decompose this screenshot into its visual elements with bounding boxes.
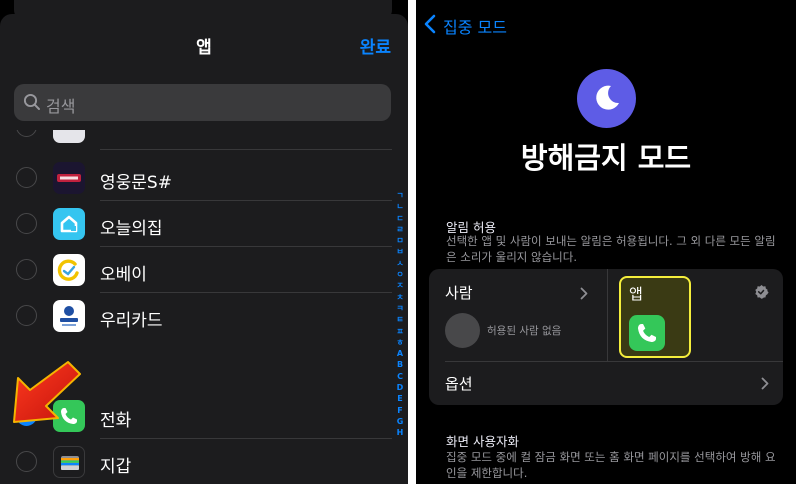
section-index-bar[interactable]: ㄱㄴㄷㄹㅁㅂㅅㅇㅈㅊㅋㅌㅍㅎABCDEFGH	[394, 190, 406, 439]
list-item[interactable]: 우리카드	[0, 293, 392, 339]
focus-moon-icon	[577, 69, 636, 128]
ohouse-app-icon	[53, 208, 85, 240]
app-name: 전화	[100, 411, 132, 431]
focus-title: 방해금지 모드	[520, 141, 692, 175]
app-picker-screen: 앱 완료 검색 영웅문S# 오늘의집 오베이 우리카드 전화 지갑 ㄱ ㄴ ㄷ …	[0, 0, 408, 484]
index-letter[interactable]: ㅁ	[394, 235, 406, 246]
index-letter[interactable]: ㅅ	[394, 258, 406, 269]
index-letter[interactable]: ㅋ	[394, 303, 406, 314]
index-letter[interactable]: ㅈ	[394, 280, 406, 291]
list-item[interactable]: 영웅문S#	[0, 155, 392, 201]
allowed-apps-cell[interactable]: 앱	[619, 276, 691, 358]
search-icon	[23, 93, 40, 110]
list-item[interactable]: 오늘의집	[0, 201, 392, 247]
back-label: 집중 모드	[443, 18, 507, 37]
app-name: 우리카드	[100, 311, 163, 331]
allowed-people-cell[interactable]: 사람 허용된 사람 없음	[429, 269, 607, 361]
app-icon	[53, 130, 85, 143]
customize-screens-description: 집중 모드 중에 컬 잠금 화면 또는 홈 화면 페이지를 선택하여 방해 요인…	[446, 450, 776, 480]
selection-radio[interactable]	[16, 259, 37, 280]
index-letter[interactable]: H	[394, 427, 406, 438]
divider	[445, 361, 783, 362]
row-separator	[100, 149, 392, 150]
app-name: 지갑	[100, 457, 132, 477]
selection-radio[interactable]	[16, 451, 37, 472]
list-item[interactable]	[0, 130, 392, 150]
selection-radio[interactable]	[16, 305, 37, 326]
search-placeholder: 검색	[46, 97, 76, 116]
app-name: 영웅문S#	[100, 173, 172, 193]
woori-card-app-icon	[53, 300, 85, 332]
index-letter[interactable]: ㄴ	[394, 201, 406, 212]
index-letter[interactable]: A	[394, 348, 406, 359]
index-letter[interactable]: ㅊ	[394, 292, 406, 303]
index-letter[interactable]: ㅎ	[394, 337, 406, 348]
list-item[interactable]: 지갑	[0, 439, 392, 484]
index-letter[interactable]: G	[394, 416, 406, 427]
people-label: 사람	[445, 284, 473, 302]
sheet-title: 앱	[196, 38, 212, 58]
allowed-notifications-card: 사람 허용된 사람 없음 앱 옵션	[429, 269, 783, 405]
index-letter[interactable]: D	[394, 382, 406, 393]
search-field[interactable]: 검색	[14, 84, 391, 121]
index-letter[interactable]: ㄹ	[394, 224, 406, 235]
chevron-right-icon	[761, 286, 769, 299]
chevron-right-icon	[761, 377, 769, 390]
index-letter[interactable]: ㅂ	[394, 246, 406, 257]
done-button[interactable]: 완료	[360, 33, 391, 58]
apps-label: 앱	[629, 285, 643, 303]
index-letter[interactable]: ㄷ	[394, 213, 406, 224]
chevron-right-icon	[580, 287, 588, 300]
focus-settings-screen: 집중 모드 방해금지 모드 알림 허용 선택한 앱 및 사람이 보내는 알림은 …	[416, 0, 796, 484]
index-letter[interactable]: ㅌ	[394, 314, 406, 325]
customize-screens-header: 화면 사용자화	[446, 434, 519, 449]
index-letter[interactable]: ㅍ	[394, 326, 406, 337]
index-letter[interactable]: C	[394, 371, 406, 382]
app-name: 오늘의집	[100, 219, 163, 239]
wallet-app-icon	[53, 446, 85, 478]
obey-app-icon	[53, 254, 85, 286]
red-arrow-icon	[13, 361, 81, 423]
youngwoongmun-app-icon	[53, 162, 85, 194]
list-item[interactable]: 오베이	[0, 247, 392, 293]
avatar-placeholder	[445, 313, 480, 348]
index-letter[interactable]: ㄱ	[394, 190, 406, 201]
index-letter[interactable]: F	[394, 405, 406, 416]
phone-app-icon	[629, 315, 665, 351]
selection-radio[interactable]	[16, 167, 37, 188]
index-letter[interactable]: ㅇ	[394, 269, 406, 280]
options-label: 옵션	[445, 375, 473, 393]
divider	[607, 269, 608, 361]
no-people-text: 허용된 사람 없음	[487, 325, 562, 337]
index-letter[interactable]: E	[394, 393, 406, 404]
selection-radio[interactable]	[16, 130, 37, 137]
chevron-left-icon	[424, 14, 436, 34]
allowed-notifications-description: 선택한 앱 및 사람이 보내는 알림은 허용됩니다. 그 외 다른 모든 알림은…	[446, 234, 776, 264]
index-letter[interactable]: B	[394, 359, 406, 370]
selection-radio[interactable]	[16, 213, 37, 234]
app-name: 오베이	[100, 265, 147, 285]
app-list: 영웅문S# 오늘의집 오베이 우리카드 전화 지갑	[0, 130, 408, 484]
